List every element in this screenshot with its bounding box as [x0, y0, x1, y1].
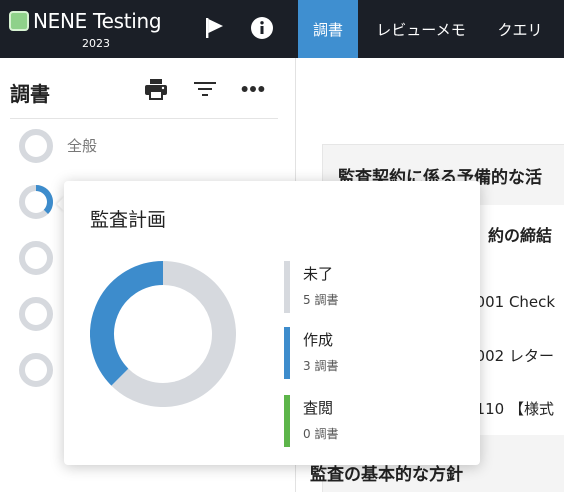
ring-track: [19, 129, 53, 163]
more-options-icon[interactable]: [240, 76, 266, 102]
tab-workpapers[interactable]: 調書: [298, 0, 358, 58]
app-year: 2023: [82, 37, 110, 50]
legend-color-bar: [284, 327, 290, 379]
ring-track: [19, 353, 53, 387]
sidebar-divider: [10, 118, 278, 119]
legend-count: 5 調書: [303, 293, 339, 307]
progress-ring[interactable]: [17, 127, 55, 165]
ring-progress-arc: [35, 185, 53, 215]
filter-icon[interactable]: [192, 76, 218, 102]
info-icon[interactable]: [250, 16, 274, 40]
ring-track: [19, 241, 53, 275]
progress-ring[interactable]: [17, 239, 55, 277]
progress-ring[interactable]: [17, 295, 55, 333]
popover-title: 監査計画: [90, 209, 167, 231]
legend-label: 未了: [303, 265, 334, 283]
subsection-title: 約の締結: [488, 226, 553, 245]
legend-color-bar: [284, 395, 290, 447]
progress-popover: 監査計画 未了 5 調書 作成 3 調書 査閲 0 調書: [64, 181, 480, 465]
tab-query[interactable]: クエリ: [484, 0, 556, 58]
legend-label: 査閲: [303, 399, 334, 417]
app-name: NENE Testing: [33, 9, 162, 33]
progress-ring[interactable]: [17, 351, 55, 389]
status-donut-chart: [90, 261, 236, 407]
tab-review-memo[interactable]: レビューメモ: [360, 0, 482, 58]
legend-count: 3 調書: [303, 359, 339, 373]
ring-track: [19, 297, 53, 331]
print-icon[interactable]: [143, 76, 169, 102]
donut-slice-作成: [90, 261, 164, 386]
flag-icon[interactable]: [203, 16, 227, 40]
brand[interactable]: NENE Testing: [9, 9, 162, 33]
legend-label: 作成: [303, 331, 334, 349]
legend-color-bar: [284, 261, 290, 313]
sidebar-title: 調書: [10, 82, 50, 106]
top-header: NENE Testing 2023 調書 レビューメモ クエリ: [0, 0, 564, 58]
progress-ring[interactable]: [17, 183, 55, 221]
brand-logo-icon: [9, 11, 29, 31]
legend-count: 0 調書: [303, 427, 339, 441]
sidebar-item-general[interactable]: 全般: [67, 135, 97, 156]
